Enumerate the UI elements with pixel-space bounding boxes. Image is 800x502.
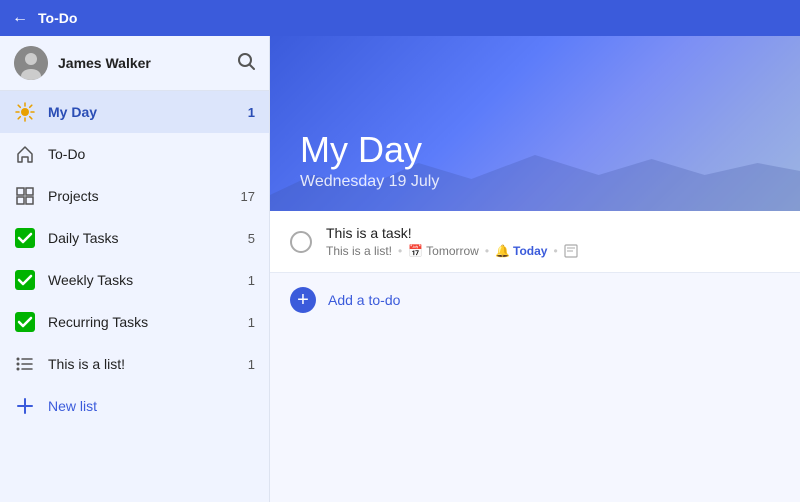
meta-separator-2: • bbox=[485, 244, 489, 258]
back-button[interactable]: ← bbox=[12, 9, 28, 27]
sidebar-item-daily-tasks[interactable]: Daily Tasks 5 bbox=[0, 217, 269, 259]
sidebar-item-weekly-tasks[interactable]: Weekly Tasks 1 bbox=[0, 259, 269, 301]
table-row: This is a task! This is a list! • 📅 Tomo… bbox=[270, 211, 800, 273]
new-list-button[interactable]: New list bbox=[0, 385, 269, 427]
task-note-icon bbox=[564, 244, 578, 258]
sidebar-item-label-to-do: To-Do bbox=[48, 146, 243, 162]
sun-icon bbox=[14, 101, 36, 123]
sidebar: James Walker bbox=[0, 36, 270, 502]
calendar-icon: 📅 bbox=[408, 244, 423, 258]
task-reminder: 🔔 Today bbox=[495, 244, 547, 258]
sidebar-item-to-do[interactable]: To-Do bbox=[0, 133, 269, 175]
task-checkbox[interactable] bbox=[290, 231, 312, 253]
new-list-label: New list bbox=[48, 398, 255, 414]
user-row: James Walker bbox=[0, 36, 269, 91]
sidebar-item-my-day[interactable]: My Day 1 bbox=[0, 91, 269, 133]
sidebar-item-projects[interactable]: Projects 17 bbox=[0, 175, 269, 217]
sidebar-item-count-my-day: 1 bbox=[248, 105, 255, 120]
avatar bbox=[14, 46, 48, 80]
home-icon bbox=[14, 143, 36, 165]
add-todo-button[interactable]: + Add a to-do bbox=[270, 273, 800, 327]
sidebar-item-label-this-is-a-list: This is a list! bbox=[48, 356, 236, 372]
main-layout: James Walker bbox=[0, 36, 800, 502]
task-content: This is a task! This is a list! • 📅 Tomo… bbox=[326, 225, 780, 258]
top-bar: ← To-Do bbox=[0, 0, 800, 36]
task-due-label: Tomorrow bbox=[426, 244, 479, 258]
sidebar-item-label-weekly-tasks: Weekly Tasks bbox=[48, 272, 236, 288]
sidebar-item-count-projects: 17 bbox=[241, 189, 255, 204]
bell-icon: 🔔 bbox=[495, 244, 510, 258]
sidebar-item-label-my-day: My Day bbox=[48, 104, 236, 120]
search-button[interactable] bbox=[237, 52, 255, 75]
meta-separator-3: • bbox=[553, 244, 557, 258]
sidebar-item-this-is-a-list[interactable]: This is a list! 1 bbox=[0, 343, 269, 385]
hero-date: Wednesday 19 July bbox=[300, 173, 770, 191]
list-icon bbox=[14, 353, 36, 375]
tasks-area: This is a task! This is a list! • 📅 Tomo… bbox=[270, 211, 800, 502]
user-info: James Walker bbox=[14, 46, 151, 80]
hero-banner: My Day Wednesday 19 July bbox=[270, 36, 800, 211]
add-todo-icon: + bbox=[290, 287, 316, 313]
task-meta: This is a list! • 📅 Tomorrow • 🔔 Today • bbox=[326, 244, 780, 258]
sidebar-item-count-recurring-tasks: 1 bbox=[248, 315, 255, 330]
sidebar-item-count-weekly-tasks: 1 bbox=[248, 273, 255, 288]
sidebar-item-label-projects: Projects bbox=[48, 188, 229, 204]
right-panel: My Day Wednesday 19 July This is a task!… bbox=[270, 36, 800, 502]
check-green-icon-weekly bbox=[14, 269, 36, 291]
grid-icon bbox=[14, 185, 36, 207]
sidebar-item-label-recurring-tasks: Recurring Tasks bbox=[48, 314, 236, 330]
meta-separator-1: • bbox=[398, 244, 402, 258]
sidebar-item-count-this-is-a-list: 1 bbox=[248, 357, 255, 372]
sidebar-item-label-daily-tasks: Daily Tasks bbox=[48, 230, 236, 246]
task-title: This is a task! bbox=[326, 225, 780, 241]
sidebar-item-count-daily-tasks: 5 bbox=[248, 231, 255, 246]
plus-icon bbox=[14, 395, 36, 417]
task-list-ref: This is a list! bbox=[326, 244, 392, 258]
hero-title: My Day bbox=[300, 129, 770, 171]
user-name: James Walker bbox=[58, 55, 151, 71]
task-due: 📅 Tomorrow bbox=[408, 244, 479, 258]
check-green-icon-daily bbox=[14, 227, 36, 249]
sidebar-item-recurring-tasks[interactable]: Recurring Tasks 1 bbox=[0, 301, 269, 343]
add-todo-label: Add a to-do bbox=[328, 292, 400, 308]
check-green-icon-recurring bbox=[14, 311, 36, 333]
task-reminder-label: Today bbox=[513, 244, 547, 258]
app-title: To-Do bbox=[38, 10, 77, 26]
